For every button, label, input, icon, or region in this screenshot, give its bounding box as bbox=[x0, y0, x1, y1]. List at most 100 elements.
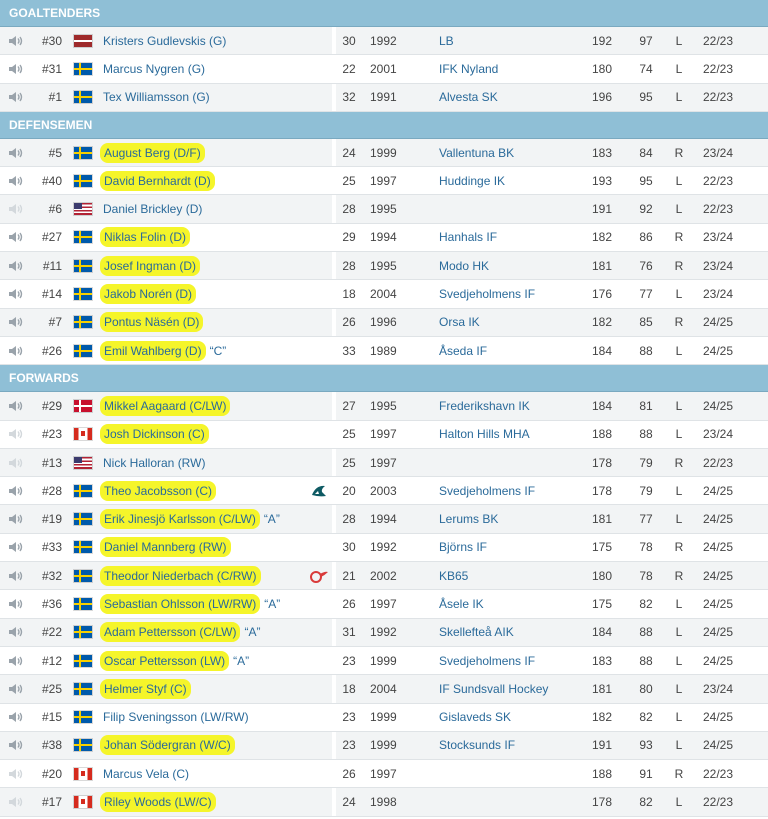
audio-icon[interactable] bbox=[8, 760, 26, 787]
player-name-link[interactable]: Johan Södergran (W/C) bbox=[100, 735, 235, 756]
audio-icon[interactable] bbox=[8, 167, 26, 194]
player-name-link[interactable]: Theodor Niederbach (C/RW) bbox=[100, 565, 261, 586]
birth-year: 1998 bbox=[370, 795, 397, 810]
player-name-link[interactable]: Adam Pettersson (C/LW) bbox=[100, 622, 241, 643]
club-link[interactable]: Stocksunds IF bbox=[439, 732, 599, 759]
player-name-link[interactable]: Nick Halloran (RW) bbox=[103, 456, 205, 470]
club-link[interactable]: Åsele IK bbox=[439, 590, 599, 617]
shoots-hand: L bbox=[675, 343, 683, 358]
club-link[interactable]: Svedjeholmens IF bbox=[439, 280, 599, 307]
audio-icon[interactable] bbox=[8, 534, 26, 561]
audio-icon[interactable] bbox=[8, 477, 26, 504]
audio-icon[interactable] bbox=[8, 449, 26, 476]
audio-icon[interactable] bbox=[8, 421, 26, 448]
country-flag bbox=[74, 760, 94, 787]
player-name-link[interactable]: Tex Williamsson (G) bbox=[103, 90, 210, 104]
club-link[interactable]: Skellefteå AIK bbox=[439, 619, 599, 646]
club-link[interactable] bbox=[439, 195, 599, 222]
audio-icon[interactable] bbox=[8, 27, 26, 54]
audio-icon[interactable] bbox=[8, 647, 26, 674]
audio-icon[interactable] bbox=[8, 732, 26, 759]
club-link[interactable]: LB bbox=[439, 27, 599, 54]
player-name-link[interactable]: Josef Ingman (D) bbox=[100, 255, 201, 276]
player-name-link[interactable]: Riley Woods (LW/C) bbox=[100, 792, 216, 813]
club-link[interactable]: Vallentuna BK bbox=[439, 139, 599, 166]
player-name-link[interactable]: Filip Sveningsson (LW/RW) bbox=[103, 710, 249, 724]
birth-year: 2004 bbox=[370, 287, 397, 302]
audio-icon[interactable] bbox=[8, 139, 26, 166]
club-link[interactable]: Frederikshavn IK bbox=[439, 392, 599, 419]
player-name-link[interactable]: Jakob Norén (D) bbox=[100, 284, 197, 305]
player-name-cell: Erik Jinesjö Karlsson (C/LW) “A” bbox=[100, 505, 328, 532]
player-row: #12 Oscar Pettersson (LW) “A” 23 1999 Svedjeh… bbox=[0, 646, 768, 676]
player-name-link[interactable]: David Bernhardt (D) bbox=[100, 170, 215, 191]
contract-end: 22/23 bbox=[703, 33, 734, 48]
player-name-link[interactable]: Daniel Mannberg (RW) bbox=[100, 537, 231, 558]
audio-icon[interactable] bbox=[8, 505, 26, 532]
swe-flag-icon bbox=[74, 626, 92, 639]
player-age: 30 bbox=[342, 33, 356, 48]
shoots-hand: R bbox=[674, 315, 684, 330]
player-name-link[interactable]: Erik Jinesjö Karlsson (C/LW) bbox=[100, 509, 260, 530]
club-link[interactable]: Hanhals IF bbox=[439, 224, 599, 251]
club-link[interactable]: Björns IF bbox=[439, 534, 599, 561]
club-link[interactable]: Svedjeholmens IF bbox=[439, 647, 599, 674]
contract-end: 23/24 bbox=[703, 230, 734, 245]
audio-icon[interactable] bbox=[8, 704, 26, 731]
contract-end: 22/23 bbox=[703, 173, 734, 188]
contract-end: 23/24 bbox=[703, 145, 734, 160]
audio-icon[interactable] bbox=[8, 337, 26, 364]
birth-year: 1997 bbox=[370, 427, 397, 442]
player-age: 23 bbox=[342, 653, 356, 668]
club-link[interactable]: Huddinge IK bbox=[439, 167, 599, 194]
audio-icon[interactable] bbox=[8, 788, 26, 815]
club-link[interactable]: IF Sundsvall Hockey bbox=[439, 675, 599, 702]
audio-icon[interactable] bbox=[8, 55, 26, 82]
jersey-number: #33 bbox=[41, 540, 62, 555]
contract-end: 23/24 bbox=[703, 287, 734, 302]
club-link[interactable]: Lerums BK bbox=[439, 505, 599, 532]
audio-icon[interactable] bbox=[8, 224, 26, 251]
club-link[interactable]: Åseda IF bbox=[439, 337, 599, 364]
club-link[interactable]: KB65 bbox=[439, 562, 599, 589]
audio-icon[interactable] bbox=[8, 252, 26, 279]
audio-icon[interactable] bbox=[8, 309, 26, 336]
audio-icon[interactable] bbox=[8, 392, 26, 419]
club-link[interactable]: Modo HK bbox=[439, 252, 599, 279]
audio-icon[interactable] bbox=[8, 280, 26, 307]
player-name-link[interactable]: Sebastian Ohlsson (LW/RW) bbox=[100, 593, 261, 614]
audio-icon[interactable] bbox=[8, 675, 26, 702]
player-name-link[interactable]: Oscar Pettersson (LW) bbox=[100, 650, 230, 671]
club-link[interactable]: Alvesta SK bbox=[439, 84, 599, 111]
club-link[interactable]: Gislaveds SK bbox=[439, 704, 599, 731]
player-name-link[interactable]: Emil Wahlberg (D) bbox=[100, 340, 206, 361]
audio-icon[interactable] bbox=[8, 619, 26, 646]
audio-icon[interactable] bbox=[8, 590, 26, 617]
player-name-link[interactable]: Helmer Styf (C) bbox=[100, 678, 191, 699]
club-link[interactable]: IFK Nyland bbox=[439, 55, 599, 82]
player-name-link[interactable]: Daniel Brickley (D) bbox=[103, 202, 202, 216]
audio-icon[interactable] bbox=[8, 195, 26, 222]
club-link[interactable] bbox=[439, 449, 599, 476]
audio-icon[interactable] bbox=[8, 84, 26, 111]
club-link[interactable]: Svedjeholmens IF bbox=[439, 477, 599, 504]
shoots-hand: R bbox=[674, 258, 684, 273]
player-name-link[interactable]: Mikkel Aagaard (C/LW) bbox=[100, 395, 231, 416]
player-name-link[interactable]: Theo Jacobsson (C) bbox=[100, 480, 217, 501]
player-name-link[interactable]: Niklas Folin (D) bbox=[100, 227, 191, 248]
player-name-link[interactable]: Pontus Näsén (D) bbox=[100, 312, 204, 333]
audio-icon[interactable] bbox=[8, 562, 26, 589]
player-height: 196 bbox=[591, 90, 613, 105]
player-name-link[interactable]: Marcus Nygren (G) bbox=[103, 62, 205, 76]
player-name-link[interactable]: Kristers Gudlevskis (G) bbox=[103, 34, 226, 48]
jersey-number: #27 bbox=[41, 230, 62, 245]
captain-badge: “A” bbox=[264, 596, 281, 611]
player-age: 24 bbox=[342, 145, 356, 160]
club-link[interactable] bbox=[439, 788, 599, 815]
club-link[interactable] bbox=[439, 760, 599, 787]
player-name-link[interactable]: August Berg (D/F) bbox=[100, 142, 205, 163]
player-name-link[interactable]: Josh Dickinson (C) bbox=[100, 424, 209, 445]
club-link[interactable]: Orsa IK bbox=[439, 309, 599, 336]
club-link[interactable]: Halton Hills MHA bbox=[439, 421, 599, 448]
player-name-link[interactable]: Marcus Vela (C) bbox=[103, 767, 189, 781]
